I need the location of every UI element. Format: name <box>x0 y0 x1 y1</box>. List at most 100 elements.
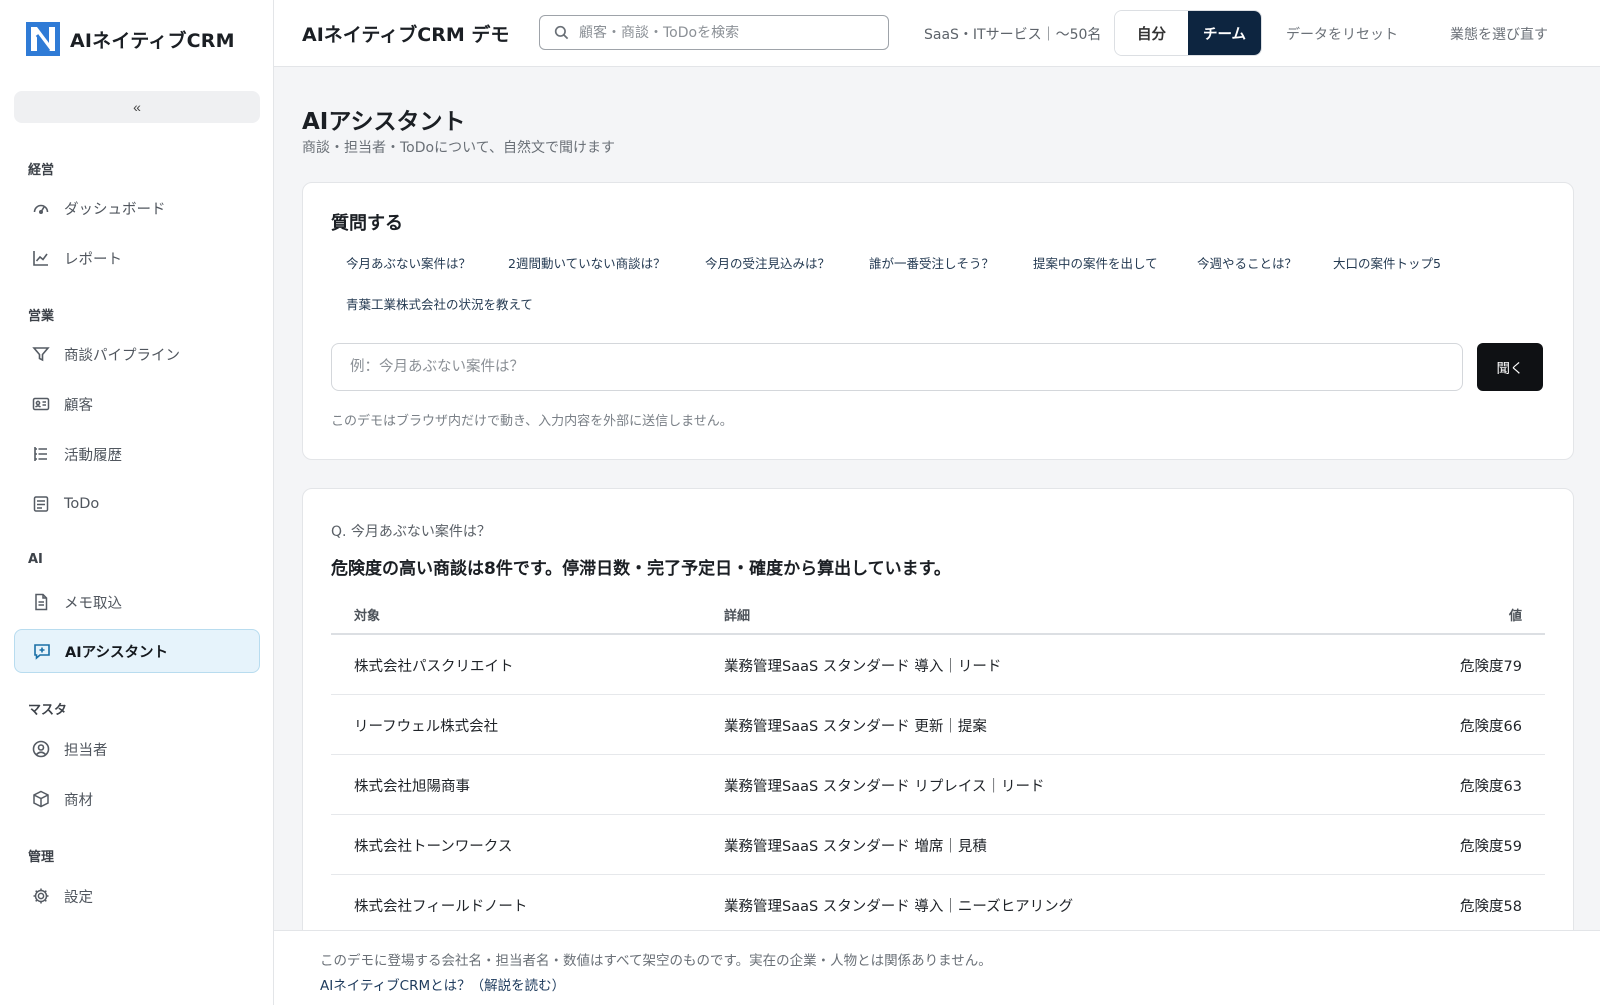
cell-value: 危険度63 <box>1460 779 1522 795</box>
sidebar-item-label: 商談パイプライン <box>64 347 180 364</box>
ask-button[interactable]: 聞く <box>1477 343 1543 391</box>
gear-icon <box>32 887 50 905</box>
sidebar-item-label: ダッシュボード <box>64 201 166 218</box>
user-circle-icon <box>32 740 50 758</box>
sidebar-item-report[interactable]: レポート <box>14 236 260 280</box>
page-title: AIアシスタント <box>302 109 466 135</box>
suggestion-chip[interactable]: 今月の受注見込みは？ <box>690 245 845 280</box>
scope-team-button[interactable]: チーム <box>1188 11 1261 55</box>
privacy-note: このデモはブラウザ内だけで動き、入力内容を外部に送信しません。 <box>331 414 733 429</box>
sidebar-item-pipeline[interactable]: 商談パイプライン <box>14 332 260 376</box>
answer-question: Q. 今月あぶない案件は？ <box>331 524 491 540</box>
cell-detail: 業務管理SaaS スタンダード 導入｜ニーズヒアリング <box>724 899 1074 915</box>
sidebar-item-label: 設定 <box>64 889 93 906</box>
sidebar-item-label: 商材 <box>64 792 93 809</box>
sidebar-item-label: メモ取込 <box>64 595 122 612</box>
checklist-icon <box>32 495 50 513</box>
answer-table: 対象 詳細 値 株式会社パスクリエイト 業務管理SaaS スタンダード 導入｜リ… <box>331 593 1545 935</box>
scope-toggle: 自分 チーム <box>1114 10 1262 56</box>
line-chart-icon <box>32 249 50 267</box>
sidebar-item-label: 顧客 <box>64 397 93 414</box>
cell-target: 株式会社トーンワークス <box>354 839 513 855</box>
search-icon <box>554 25 569 40</box>
search-input[interactable] <box>579 24 869 41</box>
cell-value: 危険度58 <box>1460 899 1522 915</box>
suggestion-chip[interactable]: 提案中の案件を出して <box>1018 245 1173 280</box>
industry-label: SaaS・ITサービス｜〜50名 <box>924 27 1102 43</box>
cell-value: 危険度66 <box>1460 719 1522 735</box>
answer-summary: 危険度の高い商談は8件です。停滞日数・完了予定日・確度から算出しています。 <box>331 559 951 579</box>
table-header: 対象 詳細 値 <box>331 593 1545 635</box>
app-title: AIネイティブCRM デモ <box>302 24 510 46</box>
sidebar-item-dashboard[interactable]: ダッシュボード <box>14 186 260 230</box>
cell-detail: 業務管理SaaS スタンダード リプレイス｜リード <box>724 779 1045 795</box>
suggestion-chip[interactable]: 今月あぶない案件は？ <box>331 245 486 280</box>
sidebar-item-products[interactable]: 商材 <box>14 777 260 821</box>
column-header-value: 値 <box>1508 609 1522 624</box>
answer-card: Q. 今月あぶない案件は？ 危険度の高い商談は8件です。停滞日数・完了予定日・確… <box>302 488 1574 958</box>
ask-card: 質問する 今月あぶない案件は？ 2週間動いていない商談は？ 今月の受注見込みは？… <box>302 182 1574 460</box>
sidebar-item-label: 担当者 <box>64 742 108 759</box>
suggestion-chip[interactable]: 誰が一番受注しそう？ <box>854 245 1009 280</box>
suggestion-chip[interactable]: 今週やることは？ <box>1182 245 1312 280</box>
suggestion-chip[interactable]: 2週間動いていない商談は？ <box>493 245 681 280</box>
table-row[interactable]: 株式会社フィールドノート 業務管理SaaS スタンダード 導入｜ニーズヒアリング… <box>331 875 1545 935</box>
brand-logo[interactable]: AIネイティブCRM <box>26 22 235 56</box>
sidebar-item-staff[interactable]: 担当者 <box>14 727 260 771</box>
table-row[interactable]: 株式会社旭陽商事 業務管理SaaS スタンダード リプレイス｜リード 危険度63 <box>331 755 1545 815</box>
nav-section-admin: 管理 <box>28 850 55 865</box>
id-card-icon <box>32 395 50 413</box>
search-box[interactable] <box>539 15 889 50</box>
logo-icon <box>26 22 60 56</box>
suggestion-chip[interactable]: 大口の案件トップ5 <box>1318 245 1456 280</box>
cell-target: 株式会社パスクリエイト <box>354 659 514 675</box>
nav-section-sales: 営業 <box>28 309 55 324</box>
page-subtitle: 商談・担当者・ToDoについて、自然文で聞けます <box>302 140 615 156</box>
sidebar-item-label: ToDo <box>64 496 100 512</box>
nav-section-ai: AI <box>28 552 43 567</box>
question-input[interactable] <box>331 343 1463 391</box>
sidebar-item-todo[interactable]: ToDo <box>14 482 260 526</box>
about-link[interactable]: AIネイティブCRMとは？（解説を読む） <box>320 974 565 994</box>
chat-spark-icon <box>33 642 51 660</box>
nav-section-master: マスタ <box>28 703 68 718</box>
box-icon <box>32 790 50 808</box>
cell-target: リーフウェル株式会社 <box>354 719 499 735</box>
sidebar-item-ai-assistant[interactable]: AIアシスタント <box>14 629 260 673</box>
sidebar: AIネイティブCRM « 経営 ダッシュボード レポート 営業 商談パイプライン… <box>0 0 274 1005</box>
cell-value: 危険度59 <box>1460 839 1522 855</box>
brand-name: AIネイティブCRM <box>70 29 235 52</box>
column-header-detail: 詳細 <box>724 609 751 624</box>
ask-card-title: 質問する <box>331 213 403 234</box>
filter-icon <box>32 345 50 363</box>
list-icon <box>32 445 50 463</box>
sidebar-item-memo-import[interactable]: メモ取込 <box>14 580 260 624</box>
table-row[interactable]: リーフウェル株式会社 業務管理SaaS スタンダード 更新｜提案 危険度66 <box>331 695 1545 755</box>
sidebar-item-label: レポート <box>64 251 122 268</box>
sidebar-item-label: 活動履歴 <box>64 447 122 464</box>
sidebar-item-customers[interactable]: 顧客 <box>14 382 260 426</box>
collapse-sidebar-button[interactable]: « <box>14 91 260 123</box>
table-row[interactable]: 株式会社パスクリエイト 業務管理SaaS スタンダード 導入｜リード 危険度79 <box>331 635 1545 695</box>
top-header: AIネイティブCRM デモ SaaS・ITサービス｜〜50名 自分 チーム デー… <box>274 0 1600 67</box>
reset-data-button[interactable]: データをリセット <box>1286 24 1398 44</box>
footer: このデモに登場する会社名・担当者名・数値はすべて架空のものです。実在の企業・人物… <box>274 930 1600 1005</box>
disclaimer-text: このデモに登場する会社名・担当者名・数値はすべて架空のものです。実在の企業・人物… <box>320 953 992 969</box>
scope-self-button[interactable]: 自分 <box>1115 11 1188 55</box>
suggestion-chip[interactable]: 青葉工業株式会社の状況を教えて <box>331 286 548 321</box>
nav-section-management: 経営 <box>28 163 55 178</box>
table-row[interactable]: 株式会社トーンワークス 業務管理SaaS スタンダード 増席｜見積 危険度59 <box>331 815 1545 875</box>
cell-detail: 業務管理SaaS スタンダード 増席｜見積 <box>724 839 987 855</box>
cell-detail: 業務管理SaaS スタンダード 導入｜リード <box>724 659 1002 675</box>
cell-target: 株式会社旭陽商事 <box>354 779 470 795</box>
document-icon <box>32 593 50 611</box>
sidebar-item-settings[interactable]: 設定 <box>14 874 260 918</box>
cell-target: 株式会社フィールドノート <box>354 899 528 915</box>
gauge-icon <box>32 199 50 217</box>
sidebar-item-label: AIアシスタント <box>65 644 169 661</box>
reselect-industry-button[interactable]: 業態を選び直す <box>1450 24 1548 44</box>
column-header-target: 対象 <box>354 609 381 624</box>
sidebar-item-activity[interactable]: 活動履歴 <box>14 432 260 476</box>
cell-value: 危険度79 <box>1460 659 1522 675</box>
cell-detail: 業務管理SaaS スタンダード 更新｜提案 <box>724 719 987 735</box>
